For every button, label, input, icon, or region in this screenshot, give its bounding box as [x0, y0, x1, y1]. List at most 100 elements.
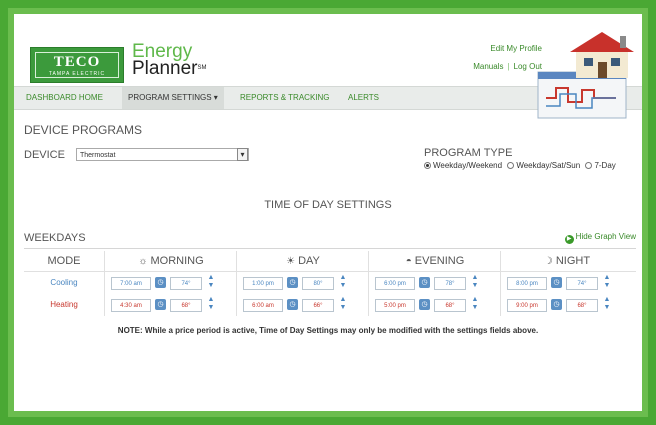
- cooling-day: 1:00 pm ◷ 80° ▲ ▼: [236, 272, 369, 294]
- sunset-icon: ◓: [405, 256, 412, 267]
- divider: [24, 248, 636, 249]
- time-input[interactable]: 4:30 am: [111, 299, 151, 312]
- temperature-stepper[interactable]: ▲ ▼: [602, 296, 612, 314]
- radio-icon[interactable]: [585, 162, 593, 169]
- mode-cooling: Cooling: [50, 278, 78, 287]
- program-type-weekday-weekend[interactable]: Weekday/Weekend: [424, 161, 502, 170]
- cooling-night: 8:00 pm ◷ 74° ▲ ▼: [500, 272, 633, 294]
- program-type-options: Weekday/Weekend Weekday/Sat/Sun 7-Day: [424, 161, 619, 170]
- period-header-day: ☀ DAY: [236, 251, 369, 271]
- time-input[interactable]: 6:00 am: [243, 299, 283, 312]
- radio-icon[interactable]: [507, 162, 515, 169]
- house-graph-illustration: [537, 32, 634, 119]
- heating-morning: 4:30 am ◷ 68° ▲ ▼: [104, 294, 237, 316]
- temperature-input[interactable]: 80°: [302, 277, 334, 290]
- time-input[interactable]: 7:00 am: [111, 277, 151, 290]
- time-input[interactable]: 5:00 pm: [375, 299, 415, 312]
- house-window-right: [611, 58, 620, 66]
- nav-reports-tracking[interactable]: REPORTS & TRACKING: [234, 87, 336, 109]
- cooling-morning: 7:00 am ◷ 74° ▲ ▼: [104, 272, 237, 294]
- temperature-stepper[interactable]: ▲ ▼: [470, 296, 480, 314]
- hide-graph-view-link[interactable]: ▶ Hide Graph View: [564, 232, 636, 244]
- sun-icon: ☀: [286, 256, 296, 267]
- clock-icon[interactable]: ◷: [155, 277, 166, 288]
- option-label: Weekday/Sat/Sun: [516, 161, 581, 170]
- nav-program-settings[interactable]: PROGRAM SETTINGS ▾: [122, 87, 224, 109]
- option-label: Weekday/Weekend: [433, 161, 503, 170]
- temperature-stepper[interactable]: ▲ ▼: [338, 274, 348, 292]
- nav-dashboard-home[interactable]: DASHBOARD HOME: [20, 87, 109, 109]
- heating-night: 9:00 pm ◷ 68° ▲ ▼: [500, 294, 633, 316]
- nav-alerts[interactable]: ALERTS: [342, 87, 385, 109]
- temperature-stepper[interactable]: ▲ ▼: [206, 274, 216, 292]
- period-header-morning: ☼ MORNING: [104, 251, 237, 271]
- schedule-row-heating: Heating 4:30 am ◷ 68° ▲ ▼ 6:00 am ◷ 66° ▲…: [24, 294, 636, 316]
- temperature-input[interactable]: 74°: [170, 277, 202, 290]
- temperature-input[interactable]: 78°: [434, 277, 466, 290]
- sunrise-icon: ☼: [138, 256, 148, 267]
- temperature-input[interactable]: 68°: [434, 299, 466, 312]
- clock-icon[interactable]: ◷: [551, 277, 562, 288]
- temperature-input[interactable]: 68°: [170, 299, 202, 312]
- cooling-evening: 6:00 pm ◷ 78° ▲ ▼: [368, 272, 501, 294]
- radio-selected-icon[interactable]: [424, 162, 431, 169]
- device-select[interactable]: Thermostat ▾: [76, 148, 249, 161]
- logo-text: TECO: [53, 54, 101, 70]
- time-of-day-title: TIME OF DAY SETTINGS: [264, 199, 392, 211]
- period-header-evening: ◓ EVENING: [368, 251, 501, 271]
- hide-graph-label: Hide Graph View: [575, 232, 636, 241]
- period-label: MORNING: [150, 255, 204, 267]
- temperature-input[interactable]: 68°: [566, 299, 598, 312]
- temperature-input[interactable]: 66°: [302, 299, 334, 312]
- clock-icon[interactable]: ◷: [419, 277, 430, 288]
- weekdays-label: WEEKDAYS: [24, 232, 86, 244]
- outer-frame: TECO TAMPA ELECTRIC Energy PlannerSM Edi…: [8, 8, 648, 417]
- device-select-value: Thermostat: [80, 152, 116, 159]
- program-type-weekday-sat-sun[interactable]: Weekday/Sat/Sun: [507, 161, 580, 170]
- clock-icon[interactable]: ◷: [287, 277, 298, 288]
- schedule-row-cooling: Cooling 7:00 am ◷ 74° ▲ ▼ 1:00 pm ◷ 80° ▲…: [24, 272, 636, 294]
- schedule-table: MODE ☼ MORNING ☀ DAY ◓ EVENING ☽ NIGHT Cooli…: [24, 251, 636, 316]
- program-type-label: PROGRAM TYPE: [424, 147, 513, 159]
- clock-icon[interactable]: ◷: [419, 299, 430, 310]
- product-name-bottom-text: Planner: [132, 58, 198, 79]
- mode-header: MODE: [47, 255, 81, 267]
- device-label: DEVICE: [24, 149, 65, 161]
- clock-icon[interactable]: ◷: [551, 299, 562, 310]
- logo-subtext: TAMPA ELECTRIC: [48, 71, 106, 77]
- program-type-7-day[interactable]: 7-Day: [585, 161, 616, 170]
- heating-evening: 5:00 pm ◷ 68° ▲ ▼: [368, 294, 501, 316]
- product-name-bottom: PlannerSM: [132, 58, 207, 79]
- time-input[interactable]: 8:00 pm: [507, 277, 547, 290]
- temperature-stepper[interactable]: ▲ ▼: [470, 274, 480, 292]
- clock-icon[interactable]: ◷: [287, 299, 298, 310]
- time-input[interactable]: 9:00 pm: [507, 299, 547, 312]
- page: TECO TAMPA ELECTRIC Energy PlannerSM Edi…: [14, 14, 642, 411]
- temperature-stepper[interactable]: ▲ ▼: [338, 296, 348, 314]
- house-door: [598, 62, 607, 78]
- house-chimney: [620, 36, 626, 48]
- teco-logo[interactable]: TECO TAMPA ELECTRIC: [30, 47, 124, 83]
- chevron-down-icon[interactable]: ▾: [237, 148, 248, 161]
- house-window-left: [584, 58, 593, 66]
- play-icon: ▶: [564, 235, 574, 244]
- link-separator: |: [507, 62, 510, 71]
- heating-day: 6:00 am ◷ 66° ▲ ▼: [236, 294, 369, 316]
- mode-heating: Heating: [50, 300, 78, 309]
- price-period-note: NOTE: While a price period is active, Ti…: [117, 326, 539, 335]
- option-label: 7-Day: [594, 161, 616, 170]
- logo-inner: TECO TAMPA ELECTRIC: [35, 52, 119, 78]
- period-label: NIGHT: [555, 255, 591, 267]
- time-input[interactable]: 1:00 pm: [243, 277, 283, 290]
- product-name: Energy PlannerSM: [132, 42, 207, 79]
- manuals-link[interactable]: Manuals: [473, 62, 503, 71]
- temperature-stepper[interactable]: ▲ ▼: [602, 274, 612, 292]
- schedule-header-row: MODE ☼ MORNING ☀ DAY ◓ EVENING ☽ NIGHT: [24, 251, 636, 272]
- temperature-stepper[interactable]: ▲ ▼: [206, 296, 216, 314]
- period-header-night: ☽ NIGHT: [500, 251, 633, 271]
- trademark: SM: [197, 65, 207, 71]
- clock-icon[interactable]: ◷: [155, 299, 166, 310]
- device-programs-title: DEVICE PROGRAMS: [24, 123, 143, 137]
- time-input[interactable]: 6:00 pm: [375, 277, 415, 290]
- temperature-input[interactable]: 74°: [566, 277, 598, 290]
